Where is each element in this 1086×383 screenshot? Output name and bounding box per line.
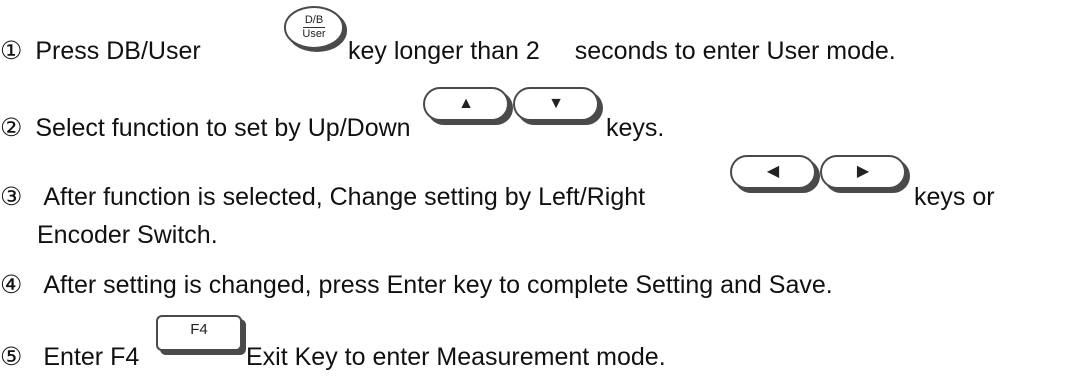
step-text: seconds to enter User mode. [574, 37, 896, 65]
step-text: keys or [914, 183, 995, 211]
step-5-continued: Exit Key to enter Measurement mode. [246, 342, 666, 372]
right-arrow-key-icon: ▶ [820, 155, 906, 189]
step-text: Exit Key to enter Measurement mode. [246, 343, 666, 371]
right-arrow-glyph: ▶ [856, 163, 870, 180]
step-2: ② Select function to set by Up/Down [0, 113, 411, 143]
f4-key-label: F4 [190, 321, 208, 338]
step-5: ⑤ Enter F4 [0, 342, 139, 372]
up-arrow-key-icon: ▲ [423, 87, 509, 121]
step-text: After function is selected, Change setti… [43, 183, 646, 211]
left-arrow-key-icon: ◀ [730, 155, 816, 189]
down-arrow-key-icon: ▼ [513, 87, 599, 121]
step-3: ③ After function is selected, Change set… [0, 182, 645, 212]
step-3-continued: keys or [914, 182, 995, 212]
step-number: ② [0, 114, 23, 142]
step-text: After setting is changed, press Enter ke… [43, 271, 833, 299]
db-user-key-icon: D/B User [284, 6, 344, 49]
step-number: ⑤ [0, 343, 23, 371]
step-text: keys. [606, 114, 665, 142]
step-text: Select function to set by Up/Down [35, 114, 411, 142]
down-arrow-glyph: ▼ [548, 95, 564, 112]
step-1: ① Press DB/User [0, 36, 201, 66]
step-2-continued: keys. [606, 113, 664, 143]
step-text: Press DB/User [35, 37, 201, 65]
step-number: ③ [0, 183, 23, 211]
instruction-document: ① Press DB/User D/B User key longer than… [0, 0, 1086, 383]
left-arrow-glyph: ◀ [766, 163, 780, 180]
step-number: ④ [0, 271, 23, 299]
up-arrow-glyph: ▲ [458, 95, 474, 112]
step-1-continued: key longer than 2 seconds to enter User … [348, 36, 896, 66]
step-text: Encoder Switch. [37, 221, 218, 249]
step-4: ④ After setting is changed, press Enter … [0, 270, 833, 300]
step-number: ① [0, 37, 23, 65]
step-text: Enter F4 [43, 343, 140, 371]
step-text: key longer than 2 [348, 37, 540, 65]
key-label-top: D/B [304, 14, 324, 26]
step-3-wrap: Encoder Switch. [37, 220, 218, 250]
key-label-bottom: User [302, 28, 326, 40]
f4-key-icon: F4 [156, 315, 242, 351]
